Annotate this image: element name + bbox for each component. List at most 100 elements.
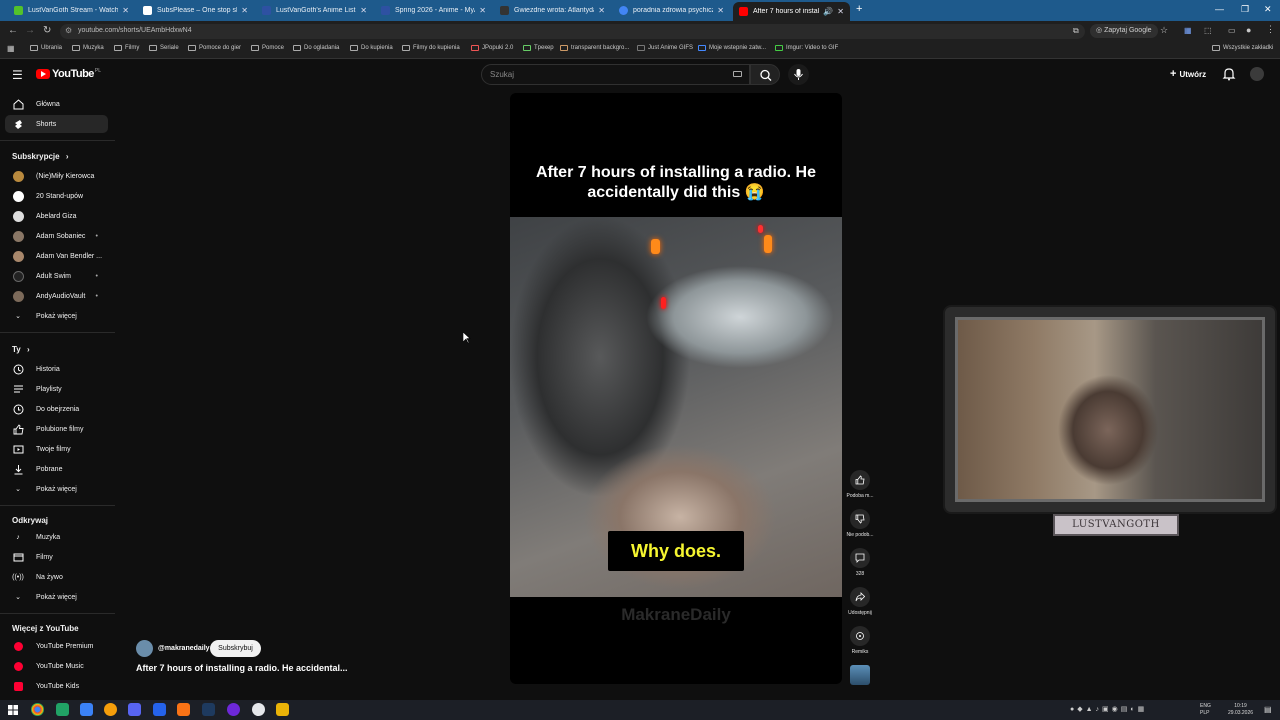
app-taskbar-icon[interactable] xyxy=(104,703,117,716)
close-icon[interactable]: ✕ xyxy=(122,6,129,15)
channel-name[interactable]: @makranedaily xyxy=(158,645,210,652)
ask-google-button[interactable]: ◎ Zapytaj Google xyxy=(1090,24,1158,38)
taskbar-clock[interactable]: 10:19 29.03.2026 xyxy=(1228,703,1253,717)
bookmark-folder[interactable]: Seriale xyxy=(149,45,179,51)
forward-icon[interactable]: → xyxy=(25,25,35,36)
close-icon[interactable]: ✕ xyxy=(360,6,367,15)
close-icon[interactable]: ✕ xyxy=(598,6,605,15)
close-window-button[interactable]: ✕ xyxy=(1264,4,1272,15)
sidebar-item-home[interactable]: Główna xyxy=(5,95,108,113)
sidebar-item-playlists[interactable]: Playlisty xyxy=(5,380,108,398)
notifications-icon[interactable]: ▤ xyxy=(1264,705,1272,714)
more-menu-icon[interactable]: ⋮ xyxy=(1266,24,1275,35)
apps-grid-icon[interactable]: ▦ xyxy=(7,44,15,53)
vlc-taskbar-icon[interactable] xyxy=(177,703,190,716)
system-tray-icons[interactable]: ●◆▲♪▣◉▤◐▦ xyxy=(1070,705,1147,713)
discord-taskbar-icon[interactable] xyxy=(128,703,141,716)
minimize-button[interactable]: — xyxy=(1215,4,1224,14)
speaker-icon[interactable]: 🔊 xyxy=(823,7,833,16)
sidebar-item-youtube-premium[interactable]: YouTube Premium xyxy=(5,637,108,655)
sidebar-item-your-videos[interactable]: Twoje filmy xyxy=(5,440,108,458)
sidebar-item-subscription[interactable]: Adam Van Bendler ... xyxy=(5,247,108,265)
create-button[interactable]: + Utwórz xyxy=(1170,68,1206,80)
reload-icon[interactable]: ↻ xyxy=(43,25,51,36)
bookmark-folder[interactable]: Ubrania xyxy=(30,45,62,51)
close-icon[interactable]: ✕ xyxy=(479,6,486,15)
sidebar-toggle-icon[interactable]: ▭ xyxy=(1228,26,1236,35)
hamburger-menu-icon[interactable]: ☰ xyxy=(12,68,23,82)
show-more-you[interactable]: ⌄ Pokaż więcej xyxy=(5,480,108,498)
close-icon[interactable]: ✕ xyxy=(241,6,248,15)
app-taskbar-icon[interactable] xyxy=(56,703,69,716)
browser-tab-active[interactable]: After 7 hours of installing a🔊✕ xyxy=(733,2,850,21)
sidebar-item-subscription[interactable]: (Nie)Miły Kierowca xyxy=(5,167,108,185)
bookmark-link[interactable]: Moje wstepnie zatw... xyxy=(698,45,766,51)
bookmark-link[interactable]: Just Anime GIFS xyxy=(637,45,693,51)
sidebar-item-shorts[interactable]: Shorts xyxy=(5,115,108,133)
channel-thumbnail[interactable] xyxy=(850,665,870,685)
comments-button[interactable]: 328 xyxy=(842,548,878,577)
all-bookmarks-folder[interactable]: Wszystkie zakładki xyxy=(1212,45,1273,51)
bookmark-link[interactable]: JPopuki 2.0 xyxy=(471,45,513,51)
voice-search-button[interactable] xyxy=(788,64,809,85)
video-title[interactable]: After 7 hours of installing a radio. He … xyxy=(136,663,348,673)
bookmark-star-icon[interactable]: ☆ xyxy=(1160,25,1168,36)
channel-avatar[interactable] xyxy=(136,640,153,657)
bookmark-folder[interactable]: Muzyka xyxy=(72,45,104,51)
windows-start-icon[interactable] xyxy=(8,705,18,715)
sidebar-item-subscription[interactable]: Adult Swim • xyxy=(5,267,108,285)
install-icon[interactable]: ⧉ xyxy=(1073,26,1079,36)
language-indicator[interactable]: ENG PLP xyxy=(1200,703,1211,717)
app-taskbar-icon[interactable] xyxy=(252,703,265,716)
share-button[interactable]: Udostępnij xyxy=(842,587,878,616)
chrome-taskbar-icon[interactable] xyxy=(31,703,44,716)
show-more-explore[interactable]: ⌄ Pokaż więcej xyxy=(5,588,108,606)
file-explorer-taskbar-icon[interactable] xyxy=(276,703,289,716)
browser-tab[interactable]: poradnia zdrowia psychicznego✕ xyxy=(613,2,730,19)
site-info-icon[interactable]: ⚙ xyxy=(65,26,72,35)
sidebar-item-music[interactable]: ♪ Muzyka xyxy=(5,528,108,546)
extension-icon[interactable]: ▦ xyxy=(1184,26,1192,35)
sidebar-item-movies[interactable]: Filmy xyxy=(5,548,108,566)
browser-tab[interactable]: Spring 2026 - Anime - MyAnim✕ xyxy=(375,2,492,19)
keyboard-icon[interactable] xyxy=(733,71,742,77)
app-taskbar-icon[interactable] xyxy=(80,703,93,716)
new-tab-button[interactable]: + xyxy=(856,3,862,15)
back-icon[interactable]: ← xyxy=(8,25,18,36)
youtube-logo[interactable]: YouTube PL xyxy=(36,68,101,80)
sidebar-item-watch-later[interactable]: Do obejrzenia xyxy=(5,400,108,418)
profile-icon[interactable]: ● xyxy=(1246,25,1251,35)
sidebar-item-live[interactable]: ((•)) Na żywo xyxy=(5,568,108,586)
dislike-button[interactable]: Nie podob... xyxy=(842,509,878,538)
bookmark-link[interactable]: transparent backgro... xyxy=(560,45,629,51)
browser-tab[interactable]: Gwiezdne wrota: Atlantyda / St✕ xyxy=(494,2,611,19)
bookmark-folder[interactable]: Filmy xyxy=(114,45,139,51)
sidebar-item-youtube-music[interactable]: YouTube Music xyxy=(5,657,108,675)
browser-tab[interactable]: LustVanGoth's Anime List - My✕ xyxy=(256,2,373,19)
app-taskbar-icon[interactable] xyxy=(153,703,166,716)
bookmark-folder[interactable]: Pomoce xyxy=(251,45,284,51)
browser-tab[interactable]: SubsPlease – One stop shop fo✕ xyxy=(137,2,254,19)
browser-tab[interactable]: LustVanGoth Stream - Watch Li ✕ xyxy=(8,2,135,19)
app-taskbar-icon[interactable] xyxy=(227,703,240,716)
close-icon[interactable]: ✕ xyxy=(837,7,844,16)
restore-button[interactable]: ❐ xyxy=(1241,4,1249,15)
url-bar[interactable]: ⚙ youtube.com/shorts/UEAmbHdxwN4 xyxy=(60,24,1085,39)
sidebar-item-liked-videos[interactable]: Polubione filmy xyxy=(5,420,108,438)
bookmark-folder[interactable]: Filmy do kupienia xyxy=(402,45,460,51)
subscriptions-header[interactable]: Subskrypcje › xyxy=(12,152,68,161)
sidebar-item-history[interactable]: Historia xyxy=(5,360,108,378)
account-avatar[interactable] xyxy=(1250,67,1264,81)
steam-taskbar-icon[interactable] xyxy=(202,703,215,716)
bookmark-link[interactable]: Tpeкep xyxy=(523,45,554,51)
remix-button[interactable]: Remiks xyxy=(842,626,878,655)
shorts-video-player[interactable]: After 7 hours of installing a radio. He … xyxy=(510,93,842,684)
bookmark-folder[interactable]: Do kupienia xyxy=(350,45,393,51)
subscribe-button[interactable]: Subskrybuj xyxy=(210,640,261,657)
sidebar-item-downloads[interactable]: Pobrane xyxy=(5,460,108,478)
bookmark-link[interactable]: Imgur: Video to GIF xyxy=(775,45,838,51)
search-button[interactable] xyxy=(750,64,780,85)
bookmark-folder[interactable]: Pomoce do gier xyxy=(188,45,241,51)
show-more-subscriptions[interactable]: ⌄ Pokaż więcej xyxy=(5,307,108,325)
extensions-puzzle-icon[interactable]: ⬚ xyxy=(1204,26,1212,35)
